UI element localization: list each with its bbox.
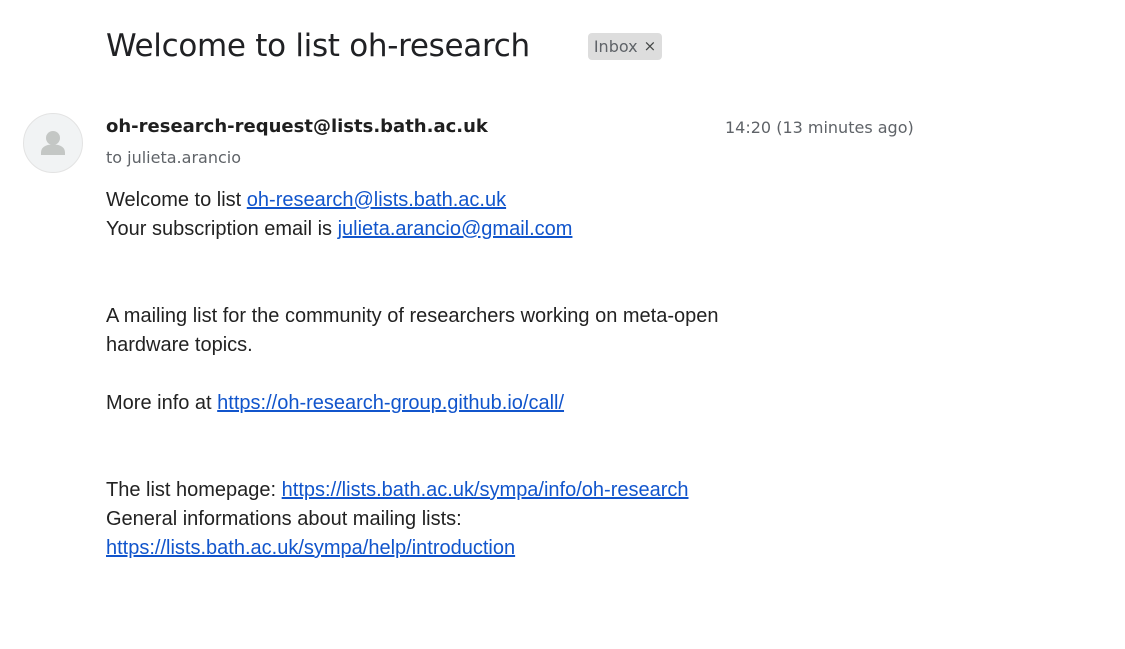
email-subject: Welcome to list oh-research: [106, 28, 530, 64]
subscription-prefix: Your subscription email is: [106, 218, 338, 240]
sender-avatar[interactable]: [23, 113, 83, 173]
general-info-label: General informations about mailing lists…: [106, 508, 462, 530]
welcome-prefix: Welcome to list: [106, 189, 247, 211]
general-info-line: https://lists.bath.ac.uk/sympa/help/intr…: [106, 534, 806, 563]
list-homepage-link[interactable]: https://lists.bath.ac.uk/sympa/info/oh-r…: [282, 479, 689, 501]
homepage-line: The list homepage: https://lists.bath.ac…: [106, 476, 806, 505]
subject-row: Welcome to list oh-research Inbox ×: [106, 28, 663, 64]
message-timestamp: 14:20 (13 minutes ago): [725, 118, 914, 137]
subscription-email-link[interactable]: julieta.arancio@gmail.com: [338, 218, 573, 240]
subscription-line: Your subscription email is julieta.aranc…: [106, 215, 806, 244]
recipient-line[interactable]: to julieta.arancio: [106, 148, 241, 167]
list-address-link[interactable]: oh-research@lists.bath.ac.uk: [247, 189, 506, 211]
remove-label-icon[interactable]: ×: [644, 38, 657, 54]
label-chip-text: Inbox: [593, 36, 638, 56]
list-description: A mailing list for the community of rese…: [106, 305, 719, 356]
label-chip-inbox[interactable]: Inbox ×: [587, 32, 663, 60]
welcome-line: Welcome to list oh-research@lists.bath.a…: [106, 186, 806, 215]
more-info-line: More info at https://oh-research-group.g…: [106, 389, 806, 418]
general-info-link[interactable]: https://lists.bath.ac.uk/sympa/help/intr…: [106, 537, 515, 559]
homepage-prefix: The list homepage:: [106, 479, 282, 501]
more-info-prefix: More info at: [106, 392, 218, 414]
person-icon: [41, 131, 65, 155]
message-body: Welcome to list oh-research@lists.bath.a…: [106, 186, 806, 563]
sender-address[interactable]: oh-research-request@lists.bath.ac.uk: [106, 116, 488, 137]
more-info-link[interactable]: https://oh-research-group.github.io/call…: [217, 392, 564, 414]
